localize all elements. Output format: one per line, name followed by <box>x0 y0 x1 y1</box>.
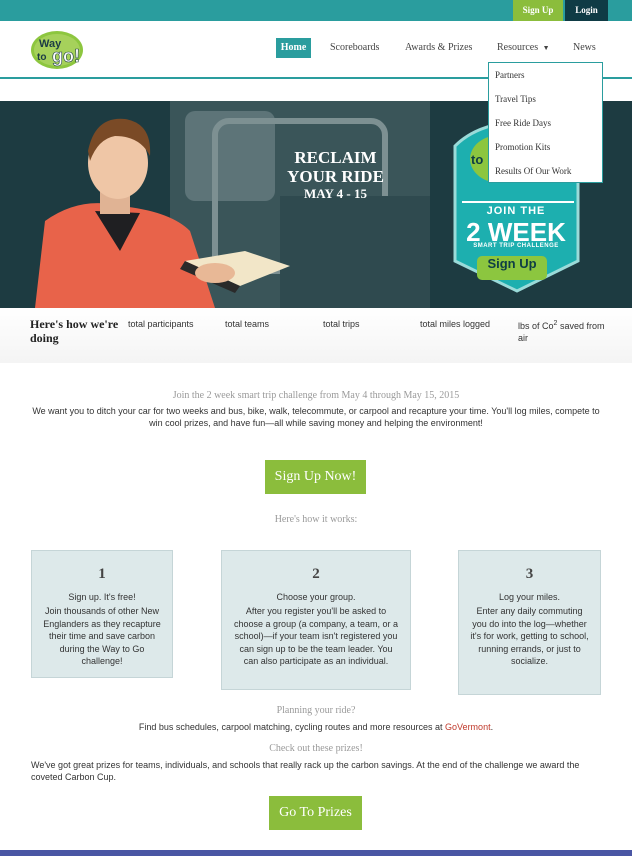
go-to-prizes-button[interactable]: Go To Prizes <box>269 796 362 830</box>
step-card-2: 2 Choose your group. After you register … <box>221 550 411 690</box>
how-it-works-subhead: Here's how it works: <box>274 514 358 525</box>
step-3-body: Enter any daily commuting you do into th… <box>470 606 589 666</box>
hero-title-line2: YOUR RIDE <box>287 167 384 186</box>
logo-go-text: go! <box>52 46 80 66</box>
nav-home[interactable]: Home <box>276 38 311 58</box>
intro-subhead: Join the 2 week smart trip challenge fro… <box>172 390 460 401</box>
login-top-button[interactable]: Login <box>565 0 608 21</box>
badge-smart-trip-text: SMART TRIP CHALLENGE <box>473 243 559 249</box>
resources-dropdown-menu: Partners Travel Tips Free Ride Days Prom… <box>488 62 603 183</box>
logo-to-text: to <box>37 52 46 63</box>
stat-total-trips: total trips <box>323 319 360 329</box>
badge-join-text: JOIN THE <box>486 205 546 217</box>
govermont-link[interactable]: GoVermont <box>445 722 491 732</box>
sign-up-now-button[interactable]: Sign Up Now! <box>265 460 366 494</box>
dropdown-item-travel-tips[interactable]: Travel Tips <box>495 94 536 104</box>
step-1-body: Join thousands of other New Englanders a… <box>43 606 161 666</box>
stats-title: Here's how we're doing <box>30 317 119 345</box>
hero-title: RECLAIM YOUR RIDE <box>268 148 403 186</box>
step-card-1: 1 Sign up. It's free! Join thousands of … <box>31 550 173 678</box>
stat-total-participants: total participants <box>128 319 194 329</box>
planning-body-suffix: . <box>490 722 494 732</box>
nav-resources-label: Resources <box>497 42 539 53</box>
dropdown-item-results[interactable]: Results Of Our Work <box>495 166 571 176</box>
signup-top-button[interactable]: Sign Up <box>513 0 563 21</box>
nav-news[interactable]: News <box>573 38 596 58</box>
stat-total-teams: total teams <box>225 319 270 329</box>
hero-title-line1: RECLAIM <box>294 148 377 167</box>
step-1-heading: Sign up. It's free! <box>68 592 136 602</box>
step-2-heading: Choose your group. <box>276 592 356 602</box>
dropdown-item-partners[interactable]: Partners <box>495 70 525 80</box>
step-2-number: 2 <box>312 566 320 582</box>
nav-resources[interactable]: Resources ▼ <box>497 38 550 58</box>
top-utility-bar: Sign Up Login <box>0 0 632 21</box>
stats-row: Here's how we're doing total participant… <box>0 308 632 363</box>
step-2-body: After you register you'll be asked to ch… <box>234 606 398 666</box>
hero-dates: MAY 4 - 15 <box>304 186 367 201</box>
stat-lbs-co2-label: lbs of Co <box>518 321 554 331</box>
step-3-number: 3 <box>525 566 534 582</box>
planning-subhead: Planning your ride? <box>276 705 356 716</box>
stat-total-miles: total miles logged <box>420 319 491 329</box>
stat-lbs-co2: lbs of Co2 saved from air <box>518 318 608 344</box>
page-bottom-edge <box>0 850 632 856</box>
nav-awards-prizes[interactable]: Awards & Prizes <box>405 38 472 58</box>
step-3-heading: Log your miles. <box>498 592 561 602</box>
prizes-body: We've got great prizes for teams, indivi… <box>31 760 580 782</box>
badge-logo-text: to <box>471 152 484 167</box>
prizes-subhead: Check out these prizes! <box>269 743 363 754</box>
planning-body-text: Find bus schedules, carpool matching, cy… <box>138 722 446 732</box>
way-to-go-logo[interactable]: Way to go! <box>30 28 90 71</box>
caret-down-icon: ▼ <box>542 44 550 52</box>
step-card-3: 3 Log your miles. Enter any daily commut… <box>458 550 601 695</box>
planning-body: Find bus schedules, carpool matching, cy… <box>28 721 604 733</box>
step-1-number: 1 <box>98 566 106 582</box>
dropdown-item-promotion-kits[interactable]: Promotion Kits <box>495 142 550 152</box>
intro-body: We want you to ditch your car for two we… <box>32 406 600 428</box>
badge-signup-button[interactable]: Sign Up <box>477 256 547 280</box>
dropdown-item-free-ride-days[interactable]: Free Ride Days <box>495 118 551 128</box>
nav-scoreboards[interactable]: Scoreboards <box>330 38 379 58</box>
